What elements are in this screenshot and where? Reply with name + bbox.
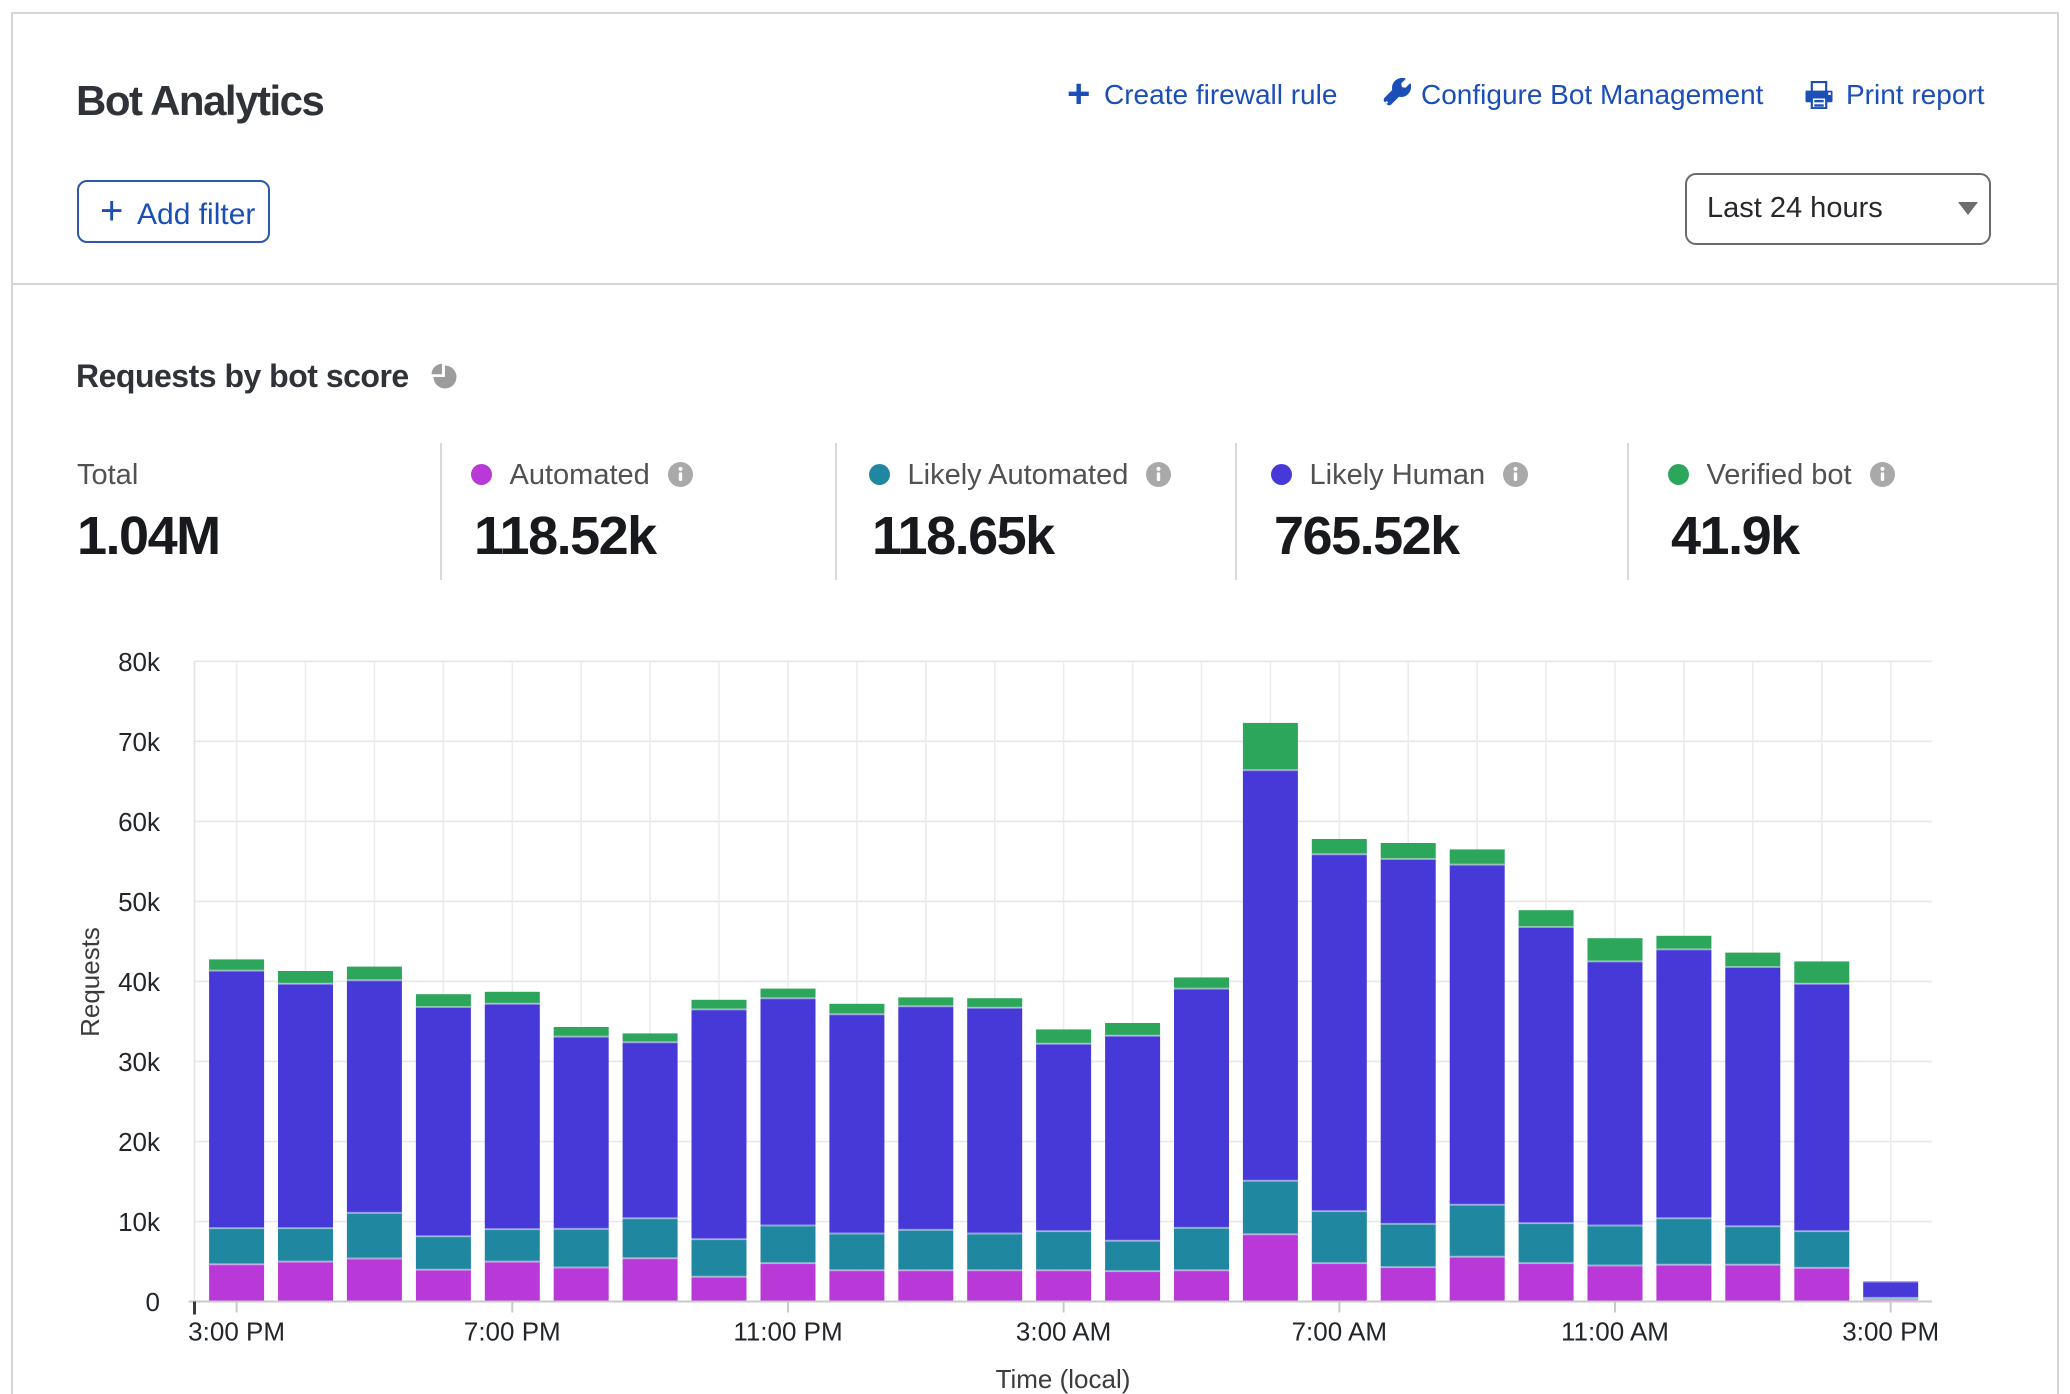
svg-text:40k: 40k [118, 967, 161, 997]
svg-text:7:00 PM: 7:00 PM [464, 1317, 561, 1347]
svg-text:60k: 60k [118, 807, 161, 837]
svg-text:70k: 70k [118, 727, 161, 757]
svg-text:3:00 PM: 3:00 PM [1842, 1317, 1939, 1347]
svg-text:10k: 10k [118, 1207, 161, 1237]
svg-text:80k: 80k [118, 647, 161, 677]
svg-text:Time (local): Time (local) [996, 1364, 1131, 1394]
svg-text:7:00 AM: 7:00 AM [1292, 1317, 1387, 1347]
svg-text:30k: 30k [118, 1047, 161, 1077]
svg-text:3:00 PM: 3:00 PM [188, 1317, 285, 1347]
svg-text:Requests: Requests [75, 927, 105, 1037]
svg-text:50k: 50k [118, 887, 161, 917]
svg-text:11:00 AM: 11:00 AM [1561, 1317, 1669, 1347]
svg-text:0: 0 [146, 1287, 160, 1317]
svg-text:3:00 AM: 3:00 AM [1016, 1317, 1111, 1347]
svg-text:11:00 PM: 11:00 PM [733, 1317, 842, 1347]
svg-text:20k: 20k [118, 1127, 161, 1157]
